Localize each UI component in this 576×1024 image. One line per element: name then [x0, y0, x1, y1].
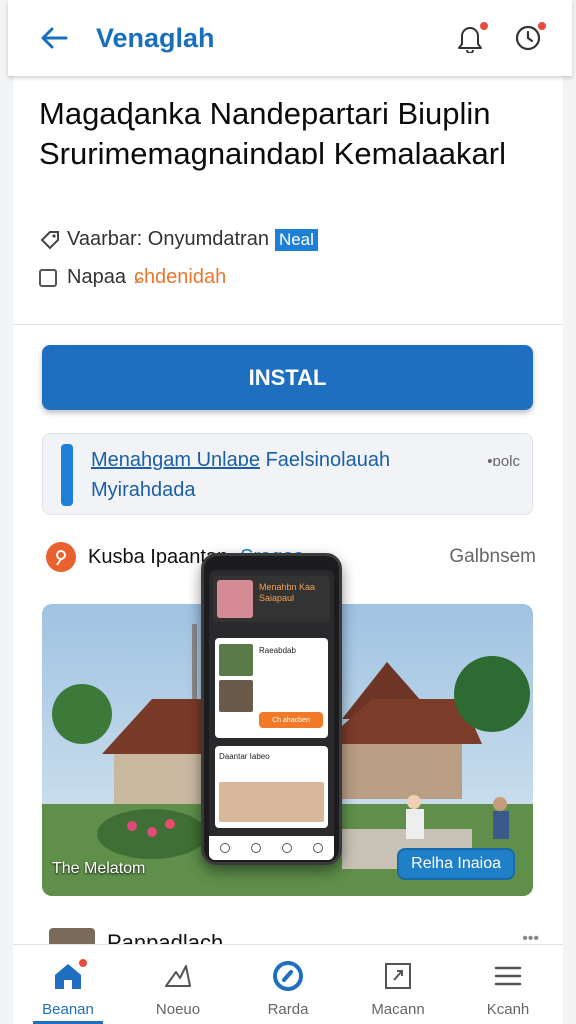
home-icon — [51, 957, 89, 993]
arrow-left-icon — [41, 27, 68, 49]
section-see-all[interactable]: Galbnsem — [449, 546, 536, 568]
option-label: Napaa — [67, 266, 126, 288]
phone-nav-icon — [313, 843, 324, 853]
bottom-nav: Beanan Noeuo Rarda Macann Kcanh — [13, 944, 563, 1024]
compass-icon — [271, 959, 305, 993]
menu-icon — [491, 959, 525, 993]
tag-icon — [39, 229, 61, 251]
nav-item-home[interactable]: Beanan — [13, 945, 123, 1024]
phone-thumbnail — [219, 644, 253, 676]
nav-item-saved[interactable]: Macann — [343, 945, 453, 1024]
nav-item-discover[interactable]: Rarda — [233, 945, 343, 1024]
phone-nav-icon — [250, 843, 261, 853]
hero-caption: The Melatom — [52, 860, 146, 877]
install-button[interactable]: INSTAL — [42, 345, 533, 410]
nav-item-menu[interactable]: Kcanh — [453, 945, 563, 1024]
notifications-button[interactable] — [454, 20, 490, 54]
option-row: Napaa ɕhdenidah — [39, 266, 226, 289]
phone-nav-icon — [219, 843, 230, 853]
version-badge: Neal — [274, 228, 318, 251]
app-title: Magaɖanka Nandepartari Biuplin Srurimema… — [39, 96, 506, 171]
page-title: Venaglah — [96, 22, 215, 53]
phone-avatar — [217, 580, 253, 618]
phone-card-button: Ch ahacben — [259, 712, 323, 728]
frame-icon — [381, 959, 415, 993]
back-button[interactable] — [34, 18, 74, 58]
notification-badge — [478, 20, 490, 32]
option-value: ɕhdenidah — [133, 266, 227, 288]
info-card: Menahgam Unlaɒe Faelsinolauah Myirahdada… — [42, 433, 533, 515]
version-row: Vaarbar: Onyumdatran Neal — [39, 228, 318, 251]
nav-badge — [77, 957, 89, 969]
info-text: Faelsinolauah — [265, 449, 391, 471]
info-line-2: Myirahdada — [91, 479, 196, 501]
phone-nav — [209, 836, 334, 860]
hero-chip[interactable]: Relha Inaioa — [397, 848, 515, 880]
mountain-icon — [161, 959, 195, 993]
phone-mockup: Menahbn Kaa Saiapaul Raeabdab Ch ahacben… — [201, 553, 342, 865]
info-line-1: Menahgam Unlaɒe Faelsinolauah — [91, 449, 390, 472]
option-checkbox[interactable] — [39, 268, 57, 287]
divider — [13, 324, 563, 325]
nav-item-explore[interactable]: Noeuo — [123, 945, 233, 1024]
phone-nav-icon — [282, 843, 293, 853]
phone-card-2-title: Daantar Iabeo — [219, 752, 270, 761]
phone-card: Raeabdab Ch ahacben — [215, 638, 328, 738]
nav-label: Kcanh — [486, 1001, 530, 1018]
app-detail-panel: Magaɖanka Nandepartari Biuplin Srurimema… — [13, 76, 563, 1024]
info-accent-bar — [61, 444, 73, 506]
info-more-button[interactable]: •ɒolc — [487, 453, 520, 470]
timer-button[interactable] — [512, 20, 548, 54]
nav-label: Rarda — [267, 1001, 309, 1018]
phone-photo — [219, 782, 324, 822]
phone-card-2: Daantar Iabeo — [215, 746, 328, 828]
nav-label: Macann — [371, 1001, 425, 1018]
phone-card-title: Raeabdab — [259, 646, 296, 655]
phone-screen: Menahbn Kaa Saiapaul Raeabdab Ch ahacben… — [209, 570, 334, 860]
timer-badge — [536, 20, 548, 32]
phone-header-text: Menahbn Kaa Saiapaul — [259, 582, 316, 603]
top-app-bar: Venaglah — [8, 0, 572, 76]
version-label: Vaarbar: Onyumdatran — [67, 228, 269, 250]
info-link[interactable]: Menahgam Unlaɒe — [91, 449, 260, 471]
phone-header: Menahbn Kaa Saiapaul — [213, 576, 330, 622]
nav-label: Beanan — [42, 1001, 94, 1018]
phone-thumbnail — [219, 680, 253, 712]
pin-icon — [46, 542, 76, 572]
nav-label: Noeuo — [155, 1001, 201, 1018]
